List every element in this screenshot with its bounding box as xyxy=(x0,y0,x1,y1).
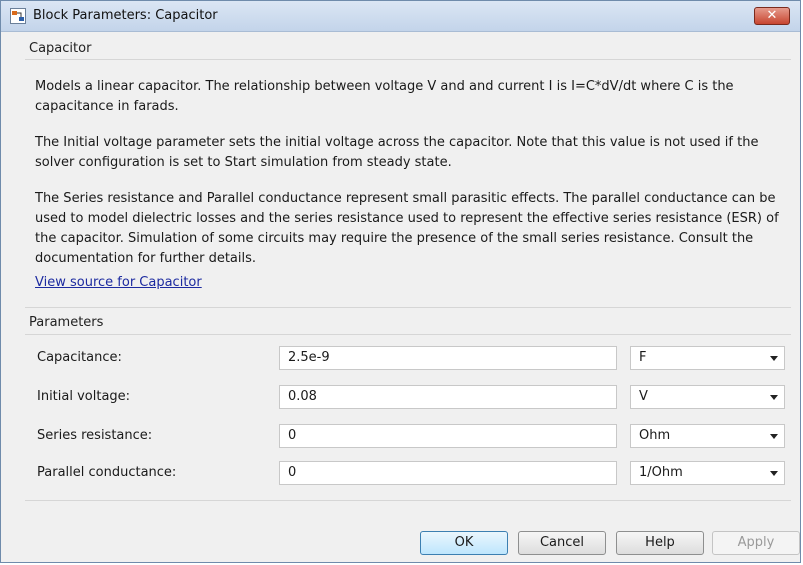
initial-voltage-label: Initial voltage: xyxy=(37,389,131,404)
chevron-down-icon xyxy=(770,434,778,439)
parameters-divider xyxy=(25,334,791,335)
view-source-link[interactable]: View source for Capacitor xyxy=(35,275,202,290)
chevron-down-icon xyxy=(770,471,778,476)
help-button[interactable]: Help xyxy=(616,531,704,555)
close-button[interactable]: ✕ xyxy=(754,7,790,25)
initial-voltage-unit-value: V xyxy=(639,389,648,404)
capacitance-unit-value: F xyxy=(639,350,647,365)
capacitance-unit-select[interactable]: F xyxy=(630,346,785,370)
section-divider xyxy=(25,307,791,308)
footer-divider xyxy=(25,500,791,501)
description-section-title: Capacitor xyxy=(29,41,92,56)
simulink-block-icon xyxy=(10,8,26,24)
initial-voltage-unit-select[interactable]: V xyxy=(630,385,785,409)
chevron-down-icon xyxy=(770,395,778,400)
description-divider xyxy=(25,59,791,60)
capacitance-input[interactable]: 2.5e-9 xyxy=(279,346,617,370)
description-paragraph: Models a linear capacitor. The relations… xyxy=(35,79,734,114)
description-paragraph: The Series resistance and Parallel condu… xyxy=(35,191,779,266)
series-resistance-input[interactable]: 0 xyxy=(279,424,617,448)
param-row-parallel-conductance: Parallel conductance: 0 1/Ohm xyxy=(25,461,791,487)
description-panel: Models a linear capacitor. The relations… xyxy=(25,63,791,299)
series-resistance-unit-select[interactable]: Ohm xyxy=(630,424,785,448)
capacitance-label: Capacitance: xyxy=(37,350,122,365)
parallel-conductance-unit-select[interactable]: 1/Ohm xyxy=(630,461,785,485)
parallel-conductance-unit-value: 1/Ohm xyxy=(639,465,683,480)
param-row-initial-voltage: Initial voltage: 0.08 V xyxy=(25,385,791,411)
parallel-conductance-input[interactable]: 0 xyxy=(279,461,617,485)
chevron-down-icon xyxy=(770,356,778,361)
parameters-section-title: Parameters xyxy=(29,315,104,330)
series-resistance-label: Series resistance: xyxy=(37,428,153,443)
parallel-conductance-label: Parallel conductance: xyxy=(37,465,177,480)
close-icon: ✕ xyxy=(766,8,778,23)
apply-button[interactable]: Apply xyxy=(712,531,800,555)
block-parameters-dialog: Block Parameters: Capacitor ✕ Capacitor … xyxy=(0,0,801,563)
title-bar[interactable]: Block Parameters: Capacitor ✕ xyxy=(1,1,800,32)
param-row-capacitance: Capacitance: 2.5e-9 F xyxy=(25,346,791,372)
series-resistance-unit-value: Ohm xyxy=(639,428,671,443)
window-title: Block Parameters: Capacitor xyxy=(33,8,218,23)
ok-button[interactable]: OK xyxy=(420,531,508,555)
description-paragraph: The Initial voltage parameter sets the i… xyxy=(35,135,759,170)
initial-voltage-input[interactable]: 0.08 xyxy=(279,385,617,409)
param-row-series-resistance: Series resistance: 0 Ohm xyxy=(25,424,791,450)
cancel-button[interactable]: Cancel xyxy=(518,531,606,555)
